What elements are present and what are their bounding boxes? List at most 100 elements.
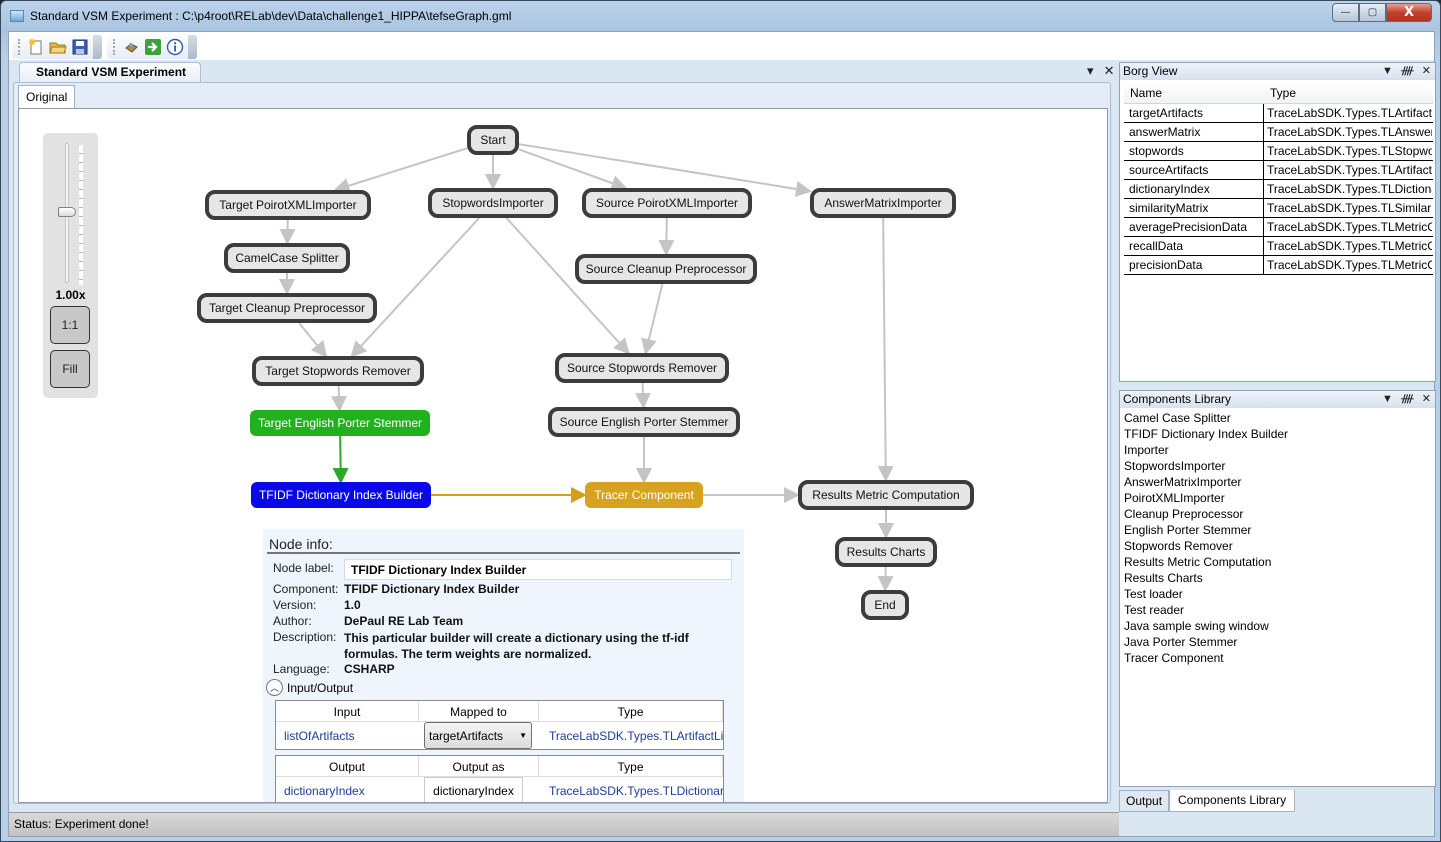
graph-node-rc[interactable]: Results Charts [835,537,937,567]
graph-node-rmc[interactable]: Results Metric Computation [798,480,974,510]
graph-node-tcp[interactable]: Target Cleanup Preprocessor [197,293,377,323]
borg-row[interactable]: sourceArtifacts TraceLabSDK.Types.TLArtif… [1124,161,1433,180]
graph-node-swi[interactable]: StopwordsImporter [428,188,558,218]
borg-cell-type: TraceLabSDK.Types.TLArtifactL [1267,106,1432,120]
info-key: Version: [273,598,317,612]
tab-standard-vsm-experiment[interactable]: Standard VSM Experiment [19,62,202,82]
borg-row[interactable]: similarityMatrix TraceLabSDK.Types.TLSimi… [1124,199,1433,218]
input-output-expander[interactable]: ︿ Input/Output [266,679,353,696]
components-icon[interactable] [120,36,142,58]
component-list-item[interactable]: AnswerMatrixImporter [1124,474,1288,490]
title-bar[interactable]: Standard VSM Experiment : C:\p4root\RELa… [1,1,1440,31]
run-icon[interactable] [142,36,164,58]
component-list-item[interactable]: Java Porter Stemmer [1124,634,1288,650]
document-list-dropdown-icon[interactable]: ▾ [1087,64,1094,79]
input-name: listOfArtifacts [284,728,355,743]
graph-node-end[interactable]: End [861,590,909,620]
graph-node-tpi[interactable]: Target PoirotXMLImporter [205,190,371,220]
component-list-item[interactable]: Tracer Component [1124,650,1288,666]
tab-original[interactable]: Original [18,85,76,109]
tab-components-library[interactable]: Components Library [1169,790,1296,812]
pin-icon[interactable]: ᚎ [1401,65,1414,77]
zoom-slider-ticks [79,145,83,285]
component-list-item[interactable]: PoirotXMLImporter [1124,490,1288,506]
bottom-tabs: Output Components Library [1119,790,1296,812]
zoom-slider-thumb[interactable] [58,207,76,217]
components-library-header: Components Library ▼ ᚎ ✕ [1120,391,1435,408]
borg-table-header: Name Type [1124,83,1433,104]
select-value: targetArtifacts [429,728,504,743]
component-list-item[interactable]: Cleanup Preprocessor [1124,506,1288,522]
output-as-input[interactable]: dictionaryIndex [424,777,523,802]
mapped-to-select[interactable]: targetArtifacts ▼ [424,722,532,749]
open-folder-icon[interactable] [47,36,69,58]
component-list-item[interactable]: Results Charts [1124,570,1288,586]
borg-row[interactable]: stopwords TraceLabSDK.Types.TLStopwor [1124,142,1433,161]
component-list-item[interactable]: Stopwords Remover [1124,538,1288,554]
graph-node-tsr[interactable]: Target Stopwords Remover [252,356,424,386]
output-as-cell: dictionaryIndex [419,777,539,802]
panel-title: Borg View [1123,64,1178,78]
components-library-panel: Components Library ▼ ᚎ ✕ Camel Case Spli… [1119,390,1436,787]
component-list-item[interactable]: Test loader [1124,586,1288,602]
toolbar-overflow-button[interactable] [188,35,197,59]
pin-icon[interactable]: ᚎ [1401,393,1414,405]
minimize-button[interactable]: — [1332,3,1359,22]
document-close-icon[interactable]: ✕ [1104,64,1115,79]
borg-row[interactable]: answerMatrix TraceLabSDK.Types.TLAnswerM [1124,123,1433,142]
toolbar-overflow-button[interactable] [93,35,102,59]
close-button[interactable]: X [1386,3,1432,22]
graph-edge-tsr-teps [330,385,347,412]
borg-cell-name: dictionaryIndex [1124,180,1264,198]
component-list-item[interactable]: Java sample swing window [1124,618,1288,634]
panel-close-icon[interactable]: ✕ [1422,393,1431,405]
graph-edge-ssr-seps [634,382,651,409]
zoom-fill-button[interactable]: Fill [50,350,90,388]
tab-output[interactable]: Output [1119,790,1170,812]
graph-node-tracer[interactable]: Tracer Component [585,482,703,508]
info-icon[interactable] [164,36,186,58]
node-label-input[interactable]: TFIDF Dictionary Index Builder [344,559,732,580]
output-type: TraceLabSDK.Types.TLDictionary [549,783,723,798]
component-list-item[interactable]: English Porter Stemmer [1124,522,1288,538]
experiment-graph-canvas[interactable]: Start Target PoirotXMLImporter StopwordsIm… [18,108,1108,803]
new-icon[interactable] [25,36,47,58]
borg-row[interactable]: targetArtifacts TraceLabSDK.Types.TLArtif… [1124,104,1433,123]
borg-row[interactable]: precisionData TraceLabSDK.Types.TLMetricC [1124,256,1433,275]
panel-dropdown-icon[interactable]: ▼ [1382,393,1393,405]
panel-dropdown-icon[interactable]: ▼ [1382,65,1393,77]
borg-row[interactable]: recallData TraceLabSDK.Types.TLMetricC [1124,237,1433,256]
maximize-button[interactable]: ▢ [1359,3,1386,22]
graph-node-start[interactable]: Start [467,125,519,155]
graph-node-ccs[interactable]: CamelCase Splitter [224,243,350,273]
borg-row[interactable]: dictionaryIndex TraceLabSDK.Types.TLDicti… [1124,180,1433,199]
column-header-name[interactable]: Name [1124,83,1264,103]
component-list-item[interactable]: Camel Case Splitter [1124,410,1288,426]
borg-cell-type: TraceLabSDK.Types.TLMetricC [1267,220,1432,234]
component-list-item[interactable]: Test reader [1124,602,1288,618]
graph-edge-spi-scp [658,217,675,256]
graph-node-seps[interactable]: Source English Porter Stemmer [548,407,740,437]
component-list-item[interactable]: TFIDF Dictionary Index Builder [1124,426,1288,442]
toolbar-grip[interactable] [113,39,116,55]
info-row-component: Component: TFIDF Dictionary Index Builde… [273,582,519,596]
borg-cell-type: TraceLabSDK.Types.TLDictiona [1267,182,1432,196]
graph-node-tfidf[interactable]: TFIDF Dictionary Index Builder [251,482,431,508]
graph-node-ami[interactable]: AnswerMatrixImporter [810,188,956,218]
component-list-item[interactable]: StopwordsImporter [1124,458,1288,474]
graph-node-teps[interactable]: Target English Porter Stemmer [250,410,430,436]
graph-node-spi[interactable]: Source PoirotXMLImporter [582,188,752,218]
collapse-icon[interactable]: ︿ [266,679,283,696]
component-list-item[interactable]: Results Metric Computation [1124,554,1288,570]
save-icon[interactable] [69,36,91,58]
graph-edge-ami-rmc [877,217,894,482]
panel-close-icon[interactable]: ✕ [1422,65,1431,77]
zoom-one-to-one-button[interactable]: 1:1 [50,306,90,344]
component-list-item[interactable]: Importer [1124,442,1288,458]
toolbar-grip[interactable] [18,39,21,55]
graph-node-scp[interactable]: Source Cleanup Preprocessor [575,254,757,284]
column-header-type[interactable]: Type [1264,83,1432,103]
divider [267,552,740,554]
borg-row[interactable]: averagePrecisionData TraceLabSDK.Types.TL… [1124,218,1433,237]
graph-node-ssr[interactable]: Source Stopwords Remover [555,353,729,383]
